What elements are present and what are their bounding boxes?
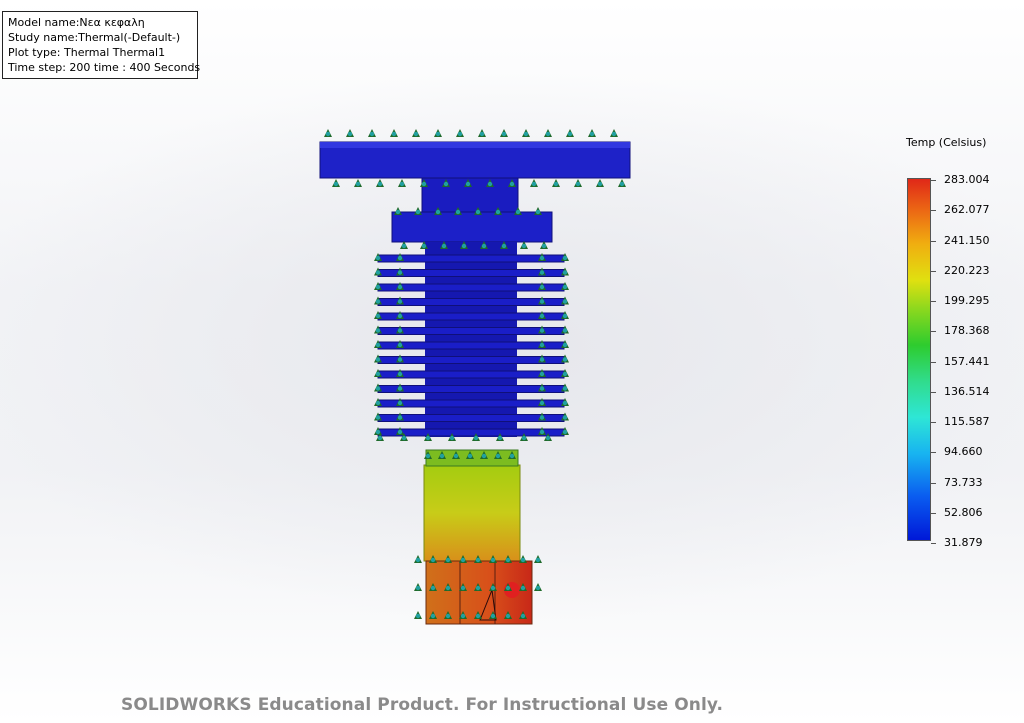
fixture-marker — [354, 179, 362, 187]
fixture-marker — [544, 129, 552, 137]
fixture-marker — [414, 555, 422, 563]
fixture-marker — [596, 179, 604, 187]
heater-body — [423, 464, 521, 562]
legend-tick-mark — [931, 512, 936, 514]
fixture-marker — [412, 129, 420, 137]
fixture-marker — [534, 207, 542, 215]
thermal-model-view[interactable] — [300, 120, 640, 650]
legend-tick-label: 283.004 — [944, 173, 990, 186]
legend-tick-mark — [931, 240, 936, 242]
plot-type-text: Plot type: Thermal Thermal1 — [8, 46, 166, 59]
legend-tick-label: 157.441 — [944, 354, 990, 368]
legend-tick-label: 94.660 — [944, 445, 983, 459]
collar — [391, 211, 553, 243]
fixture-marker — [332, 179, 340, 187]
heatsink-fin — [377, 327, 565, 335]
fixture-marker — [394, 207, 402, 215]
fixture-marker — [566, 129, 574, 137]
legend-tick-mark — [931, 391, 936, 393]
time-step-text: Time step: 200 time : 400 Seconds — [8, 61, 201, 74]
legend-tick-mark — [931, 270, 936, 272]
legend-tick-label: 178.368 — [944, 324, 990, 338]
legend-tick-mark — [931, 452, 936, 454]
fixture-marker — [414, 207, 422, 215]
legend-tick-label: 115.587 — [944, 415, 990, 428]
fixture-marker — [534, 583, 542, 591]
legend-tick-mark — [931, 543, 936, 544]
legend-tick-mark — [931, 210, 936, 212]
legend-tick-mark — [931, 301, 936, 302]
legend-tick-label: 262.077 — [944, 203, 990, 217]
fixture-marker — [552, 179, 560, 187]
fixture-marker — [618, 179, 626, 187]
fixture-marker — [456, 129, 464, 137]
fixture-marker — [522, 129, 530, 137]
heatsink-fin — [377, 399, 565, 408]
legend-tick-label: 31.879 — [944, 536, 983, 549]
fixture-marker — [414, 611, 422, 619]
fixture-marker — [478, 129, 486, 137]
fixture-marker — [376, 179, 384, 187]
fixture-marker — [398, 179, 406, 187]
fixture-marker — [434, 129, 442, 137]
legend-tick-label: 220.223 — [944, 263, 990, 277]
fixture-marker — [324, 129, 332, 137]
plot-info-box: Model name:Νεα κεφαλη Study name:Thermal… — [2, 11, 201, 79]
fixture-marker — [346, 129, 354, 137]
legend-tick-label: 73.733 — [944, 475, 983, 489]
legend-tick-mark — [931, 482, 936, 484]
temperature-colorbar — [907, 178, 931, 541]
legend-tick-label: 241.150 — [944, 233, 990, 247]
study-name-text: Study name:Thermal(-Default-) — [8, 31, 181, 44]
fixture-marker — [368, 129, 376, 137]
fixture-marker — [588, 129, 596, 137]
legend-tick-mark — [931, 361, 936, 363]
fixture-marker — [530, 179, 538, 187]
heatsink-fin — [377, 414, 565, 422]
fixture-marker — [414, 583, 422, 591]
legend-tick-mark — [931, 422, 936, 423]
legend-tick-label: 136.514 — [944, 384, 990, 398]
fixture-marker — [574, 179, 582, 187]
legend-tick-mark — [931, 331, 936, 333]
fixture-marker — [534, 555, 542, 563]
heatsink-fin — [377, 341, 565, 350]
heatsink-fin — [377, 254, 565, 263]
fixture-marker — [610, 129, 618, 137]
legend-title: Temp (Celsius) — [906, 136, 987, 149]
heatsink-fin — [377, 269, 565, 277]
heatsink-fin — [377, 356, 565, 364]
heatsink-fin — [377, 385, 565, 393]
legend-tick-label: 199.295 — [944, 294, 990, 307]
heatsink-fin — [377, 428, 565, 437]
model-name-text: Model name:Νεα κεφαλη — [8, 16, 145, 29]
fixture-marker — [500, 129, 508, 137]
heatsink-fin — [377, 370, 565, 379]
legend-tick-label: 52.806 — [944, 505, 983, 519]
heatsink-fin — [377, 298, 565, 306]
fixture-marker — [390, 129, 398, 137]
heatsink-fin — [377, 312, 565, 321]
educational-watermark: SOLIDWORKS Educational Product. For Inst… — [121, 695, 724, 715]
legend-tick-mark — [931, 180, 936, 181]
heatsink-fin — [377, 283, 565, 292]
